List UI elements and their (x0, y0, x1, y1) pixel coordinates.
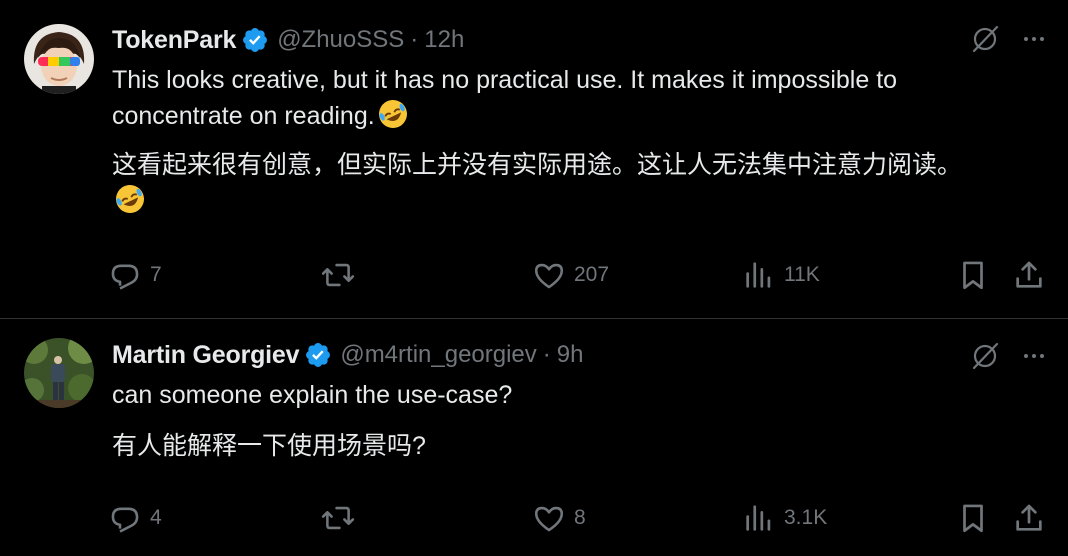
bookmark-icon (963, 261, 983, 290)
tweet-header: TokenPark @ZhuoSSS · 12h (112, 24, 464, 56)
rolling-laughing-emoji-icon (114, 183, 146, 215)
avatar-image (24, 24, 94, 94)
separator-dot: · (542, 341, 551, 368)
like-button[interactable]: 8 (532, 498, 586, 538)
views-icon (746, 262, 771, 288)
bookmark-button[interactable] (956, 498, 990, 538)
share-icon (1016, 261, 1042, 288)
share-button[interactable] (1012, 255, 1046, 295)
tweet-text: can someone explain the use-case? 有人能解释一… (112, 378, 1022, 464)
share-icon (1016, 504, 1042, 531)
reply-icon (111, 264, 139, 290)
like-icon (534, 263, 564, 289)
repost-button[interactable] (321, 498, 363, 538)
views-button[interactable]: 11K (742, 255, 820, 295)
tweet-top-actions (970, 341, 1046, 371)
reply-count: 4 (150, 506, 162, 529)
like-count: 8 (574, 506, 586, 529)
bookmark-icon (963, 504, 983, 533)
rolling-laughing-emoji-icon (377, 98, 409, 130)
views-count: 3.1K (784, 506, 828, 529)
avatar[interactable] (24, 24, 94, 94)
tweet-text-english: This looks creative, but it has no pract… (112, 63, 1022, 134)
grok-icon[interactable] (970, 24, 1000, 54)
tweet-actions: 4 8 3.1K (108, 498, 1048, 538)
bookmark-button[interactable] (956, 255, 990, 295)
more-icon[interactable] (1022, 27, 1046, 51)
share-button[interactable] (1012, 498, 1046, 538)
verified-badge-icon (241, 26, 269, 54)
tweet[interactable]: Martin Georgiev @m4rtin_georgiev · 9h ca… (0, 319, 1068, 556)
reply-button[interactable]: 4 (108, 498, 162, 538)
avatar[interactable] (24, 338, 94, 408)
like-icon (534, 506, 564, 532)
tweet-text-english: can someone explain the use-case? (112, 381, 513, 409)
views-button[interactable]: 3.1K (742, 498, 827, 538)
like-button[interactable]: 207 (532, 255, 609, 295)
tweet-text: This looks creative, but it has no pract… (112, 63, 1022, 219)
author-name[interactable]: Martin Georgiev (112, 341, 300, 370)
avatar-image (24, 338, 94, 408)
reply-button[interactable]: 7 (108, 255, 162, 295)
tweet[interactable]: TokenPark @ZhuoSSS · 12h This looks crea… (0, 0, 1068, 318)
verified-badge-icon (304, 341, 332, 369)
tweet-actions: 7 207 11K (108, 255, 1048, 295)
author-handle[interactable]: @ZhuoSSS (277, 26, 404, 54)
views-count: 11K (784, 263, 820, 286)
tweet-header: Martin Georgiev @m4rtin_georgiev · 9h (112, 339, 583, 371)
more-icon[interactable] (1022, 344, 1046, 368)
author-name[interactable]: TokenPark (112, 26, 236, 55)
grok-icon[interactable] (970, 341, 1000, 371)
tweet-text-chinese: 这看起来很有创意，但实际上并没有实际用途。这让人无法集中注意力阅读。 (112, 148, 1022, 219)
views-icon (746, 505, 771, 531)
separator-dot: · (410, 26, 419, 53)
tweet-top-actions (970, 24, 1046, 54)
repost-button[interactable] (321, 255, 363, 295)
timestamp[interactable]: 9h (557, 341, 584, 369)
reply-count: 7 (150, 263, 162, 286)
reply-icon (111, 507, 139, 533)
author-handle[interactable]: @m4rtin_georgiev (340, 341, 536, 369)
timestamp[interactable]: 12h (424, 26, 464, 54)
repost-icon (321, 263, 355, 287)
tweet-text-chinese: 有人能解释一下使用场景吗? (112, 432, 426, 460)
like-count: 207 (574, 263, 610, 286)
repost-icon (321, 506, 355, 530)
